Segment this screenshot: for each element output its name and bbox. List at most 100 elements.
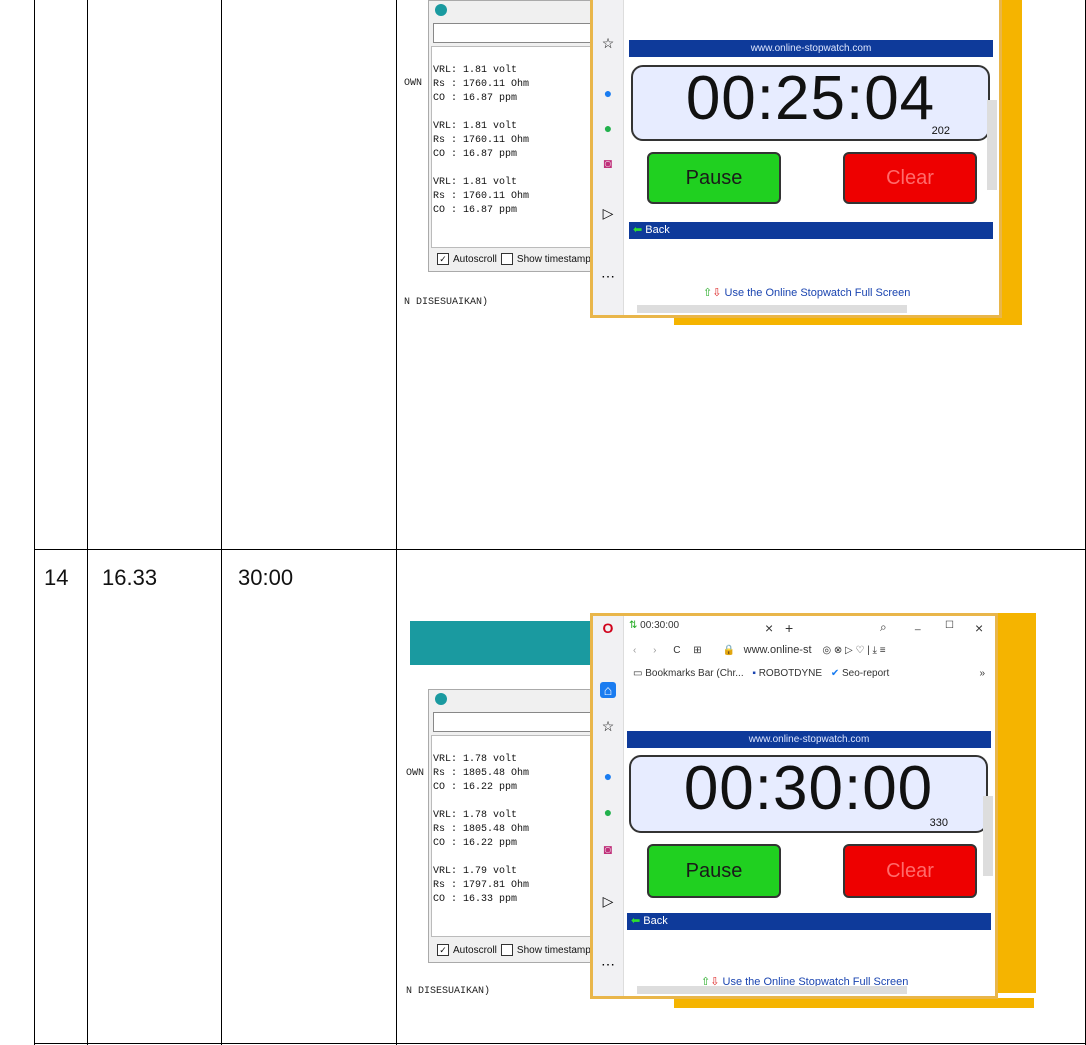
whatsapp-icon[interactable]: ● (600, 804, 616, 820)
maximize-icon[interactable]: ☐ (945, 620, 954, 631)
tab-bar: ⇅ 00:30:00 × + ⌕ _ ☐ × (625, 620, 993, 640)
arduino-header (410, 621, 590, 665)
checkbox-icon[interactable]: ✓ (437, 253, 449, 265)
more-icon[interactable]: ⋯ (600, 268, 616, 284)
stopwatch-ms: 330 (929, 817, 948, 829)
tab-favicon-icon: ⇅ (629, 620, 638, 631)
checkbox-icon[interactable] (500, 253, 513, 265)
stopwatch-ms: 202 (931, 125, 950, 137)
clear-button[interactable]: Clear (843, 152, 977, 204)
stopwatch-display: 00:30:00 330 (629, 754, 988, 833)
serial-footer: ✓ Autoscroll Show timestamp (437, 253, 591, 265)
checkbox-icon[interactable]: ✓ (437, 944, 449, 956)
fullscreen-icon: ⇧ (703, 287, 713, 299)
fullscreen-link[interactable]: ⇧⇩ Use the Online Stopwatch Full Screen (703, 286, 910, 299)
serial-line: Rs : 1797.81 Ohm (433, 880, 530, 891)
desktop-bg (992, 613, 1036, 993)
autoscroll-label: Autoscroll (453, 944, 497, 956)
robotdyne-icon: ▪ (752, 668, 756, 679)
back-arrow-icon: ⬅ (633, 224, 643, 236)
serial-input[interactable] (433, 23, 599, 43)
bookmark-item[interactable]: Bookmarks Bar (Chr... (645, 668, 743, 679)
side-text: OWN (404, 78, 423, 89)
clear-button[interactable]: Clear (843, 844, 977, 898)
serial-line: VRL: 1.81 volt (433, 65, 518, 76)
bookmark-item[interactable]: ROBOTDYNE (759, 668, 822, 679)
timestamp-label: Show timestamp (516, 253, 591, 265)
serial-input[interactable] (433, 712, 599, 732)
serial-line: CO : 16.33 ppm (433, 894, 518, 905)
more-icon[interactable]: ⋯ (600, 956, 616, 972)
arduino-logo-icon (435, 693, 447, 705)
pause-button[interactable]: Pause (647, 844, 781, 898)
forward-nav-icon[interactable]: › (653, 645, 656, 656)
browser-window: O ⌂ ☆ ● ● ◙ ▷ ⋯ ⇅ 00:30:00 × + ⌕ _ ☐ × ‹… (590, 613, 998, 999)
browser-window: ☆ ● ● ◙ ▷ ⋯ www.online-stopwatch.com 00:… (590, 0, 1002, 318)
site-banner: www.online-stopwatch.com (629, 40, 993, 57)
send-icon[interactable]: ▷ (600, 205, 616, 221)
instagram-icon[interactable]: ◙ (600, 841, 616, 857)
back-arrow-icon: ⬅ (631, 915, 641, 927)
serial-line: Rs : 1760.11 Ohm (433, 79, 530, 90)
send-icon[interactable]: ▷ (600, 893, 616, 909)
instagram-icon[interactable]: ◙ (600, 155, 616, 171)
address-bar: ‹ › C ⊞ 🔒 www.online-st ◎ ⊗ ▷ ♡ | ⤓ ≡ (625, 644, 993, 664)
back-label: Back (643, 915, 668, 927)
table-bottom (34, 1043, 1086, 1044)
serial-line: VRL: 1.78 volt (433, 754, 518, 765)
serial-monitor: ✓ Autoscroll Show timestamp VRL: 1.78 vo… (428, 689, 600, 963)
folder-icon: ▭ (633, 668, 643, 679)
close-tab-icon[interactable]: × (765, 620, 773, 636)
grid-line (87, 0, 88, 1045)
star-icon[interactable]: ☆ (600, 718, 616, 734)
fullscreen-label: Use the Online Stopwatch Full Screen (724, 287, 911, 299)
speed-dial-icon[interactable]: ⊞ (693, 645, 701, 656)
lock-icon: 🔒 (722, 645, 735, 656)
browser-sidebar: ☆ ● ● ◙ ▷ ⋯ (593, 0, 624, 315)
scrollbar-horizontal[interactable] (637, 986, 907, 994)
fullscreen-icon: ⇩ (712, 287, 722, 299)
serial-line: Rs : 1805.48 Ohm (433, 768, 530, 779)
serial-line: CO : 16.22 ppm (433, 782, 518, 793)
serial-line: VRL: 1.81 volt (433, 121, 518, 132)
serial-monitor: ✓ Autoscroll Show timestamp VRL: 1.81 vo… (428, 0, 600, 272)
stopwatch-time: 00:25:04 (685, 64, 936, 133)
toolbar-icons[interactable]: ◎ ⊗ ▷ ♡ | ⤓ ≡ (822, 645, 885, 656)
serial-line: VRL: 1.78 volt (433, 810, 518, 821)
opera-logo-icon[interactable]: O (600, 620, 616, 636)
serial-line: VRL: 1.79 volt (433, 866, 518, 877)
back-nav-icon[interactable]: ‹ (633, 645, 636, 656)
grid-line (396, 0, 397, 1045)
messenger-icon[interactable]: ● (600, 768, 616, 784)
messenger-icon[interactable]: ● (600, 85, 616, 101)
row-divider (34, 549, 1086, 550)
close-window-icon[interactable]: × (975, 620, 983, 636)
minimize-icon[interactable]: _ (915, 620, 921, 631)
address-input[interactable]: www.online-st (744, 644, 812, 656)
serial-line: Rs : 1805.48 Ohm (433, 824, 530, 835)
serial-line: CO : 16.87 ppm (433, 149, 518, 160)
side-text: OWN (406, 768, 425, 779)
overflow-icon[interactable]: » (979, 668, 985, 679)
side-text: N DISESUAIKAN) (406, 986, 491, 997)
tab-title[interactable]: 00:30:00 (640, 620, 679, 631)
back-bar[interactable]: ⬅ Back (627, 913, 991, 930)
whatsapp-icon[interactable]: ● (600, 120, 616, 136)
serial-line: VRL: 1.81 volt (433, 177, 518, 188)
scrollbar-horizontal[interactable] (637, 305, 907, 313)
scrollbar[interactable] (983, 796, 993, 876)
bookmark-item[interactable]: Seo-report (842, 668, 889, 679)
scrollbar[interactable] (987, 100, 997, 190)
new-tab-icon[interactable]: + (785, 620, 793, 636)
home-icon[interactable]: ⌂ (600, 682, 616, 698)
desktop-bg (674, 998, 1034, 1008)
reload-icon[interactable]: C (673, 645, 680, 656)
star-icon[interactable]: ☆ (600, 35, 616, 51)
pause-button[interactable]: Pause (647, 152, 781, 204)
serial-line: CO : 16.87 ppm (433, 205, 518, 216)
search-icon[interactable]: ⌕ (880, 620, 887, 635)
checkbox-icon[interactable] (500, 944, 513, 956)
back-bar[interactable]: ⬅ Back (629, 222, 993, 239)
screenshot-2: OWN N DISESUAIKAN) ✓ Autoscroll Show tim… (404, 613, 1036, 1008)
grid-line (221, 0, 222, 1045)
